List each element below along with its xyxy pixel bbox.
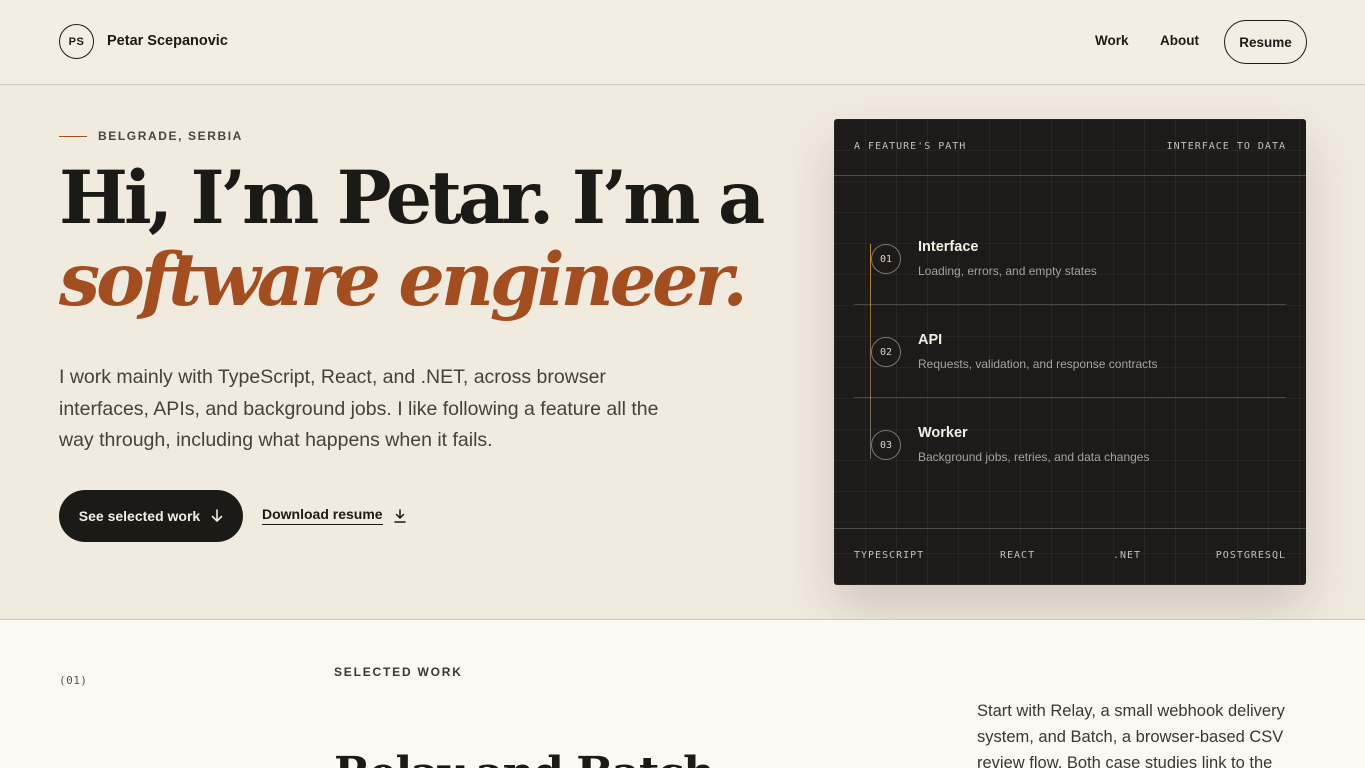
headline-line-1: Hi, I’m Petar. I’m a <box>59 155 765 241</box>
site-header: PS Petar Scepanovic Work About Resume <box>0 0 1365 85</box>
step-description: Background jobs, retries, and data chang… <box>918 450 1150 464</box>
resume-button[interactable]: Resume <box>1224 20 1307 64</box>
step-title: Interface <box>918 239 979 255</box>
section-heading: Relay and Batch <box>334 748 715 768</box>
selected-work-section: (01) SELECTED WORK Relay and Batch Start… <box>0 619 1365 768</box>
hero-headline: Hi, I’m Petar. I’m a software engineer. <box>59 155 765 323</box>
download-resume-label: Download resume <box>262 506 383 525</box>
feature-path-card: A FEATURE'S PATH INTERFACE TO DATA 01 In… <box>834 119 1306 585</box>
step-worker: 03 Worker Background jobs, retries, and … <box>854 398 1286 491</box>
download-icon <box>393 508 406 523</box>
tech-typescript: TYPESCRIPT <box>854 550 925 561</box>
step-title: API <box>918 332 943 348</box>
step-number-badge: 02 <box>871 337 901 367</box>
tech-dotnet: .NET <box>1113 550 1142 561</box>
card-divider-bottom <box>834 528 1306 529</box>
section-index: (01) <box>59 674 88 687</box>
nav-about-link[interactable]: About <box>1160 33 1199 48</box>
card-title: A FEATURE'S PATH <box>854 141 967 152</box>
arrow-down-icon <box>211 509 223 522</box>
headline-line-2-accent: software engineer. <box>59 237 748 323</box>
see-selected-work-button[interactable]: See selected work <box>59 490 243 542</box>
step-description: Loading, errors, and empty states <box>918 264 1097 278</box>
nav-work-link[interactable]: Work <box>1095 33 1129 48</box>
hero-section: BELGRADE, SERBIA Hi, I’m Petar. I’m a so… <box>0 85 1365 619</box>
logo-monogram[interactable]: PS <box>59 24 94 59</box>
section-label: SELECTED WORK <box>334 665 463 679</box>
step-title: Worker <box>918 425 968 441</box>
step-number-badge: 01 <box>871 244 901 274</box>
step-api: 02 API Requests, validation, and respons… <box>854 305 1286 398</box>
location-rule <box>59 135 87 137</box>
step-interface: 01 Interface Loading, errors, and empty … <box>854 212 1286 305</box>
card-subtitle: INTERFACE TO DATA <box>1166 141 1286 152</box>
tech-postgresql: POSTGRESQL <box>1215 550 1286 561</box>
step-number-badge: 03 <box>871 430 901 460</box>
location-eyebrow: BELGRADE, SERBIA <box>59 129 243 143</box>
card-divider-top <box>834 175 1306 176</box>
location-text: BELGRADE, SERBIA <box>98 129 243 143</box>
tech-react: REACT <box>1000 550 1036 561</box>
download-resume-link[interactable]: Download resume <box>262 506 406 525</box>
hero-intro: I work mainly with TypeScript, React, an… <box>59 366 659 451</box>
see-selected-work-label: See selected work <box>78 508 201 524</box>
step-description: Requests, validation, and response contr… <box>918 357 1158 371</box>
section-intro-copy: Start with Relay, a small webhook delive… <box>977 702 1285 768</box>
brand-name[interactable]: Petar Scepanovic <box>107 33 228 49</box>
